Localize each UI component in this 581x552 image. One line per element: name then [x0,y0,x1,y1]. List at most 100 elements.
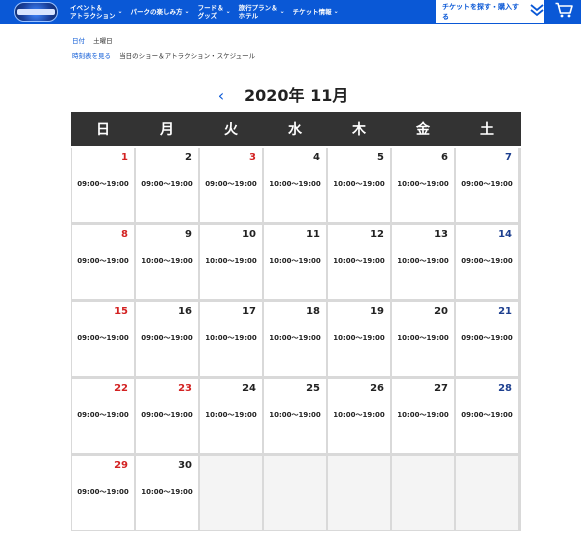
nav-food-goods[interactable]: フード＆ グッズ ⌄ [198,0,231,24]
ticket-search-button[interactable]: チケットを探す・購入する [436,0,544,24]
day-number: 29 [114,460,128,471]
double-chevron-down-icon [530,2,544,21]
calendar-day-cell[interactable]: 1 09:00～19:00 [72,148,134,222]
calendar-day-cell[interactable]: 24 10:00～19:00 [200,379,262,453]
opening-hours: 09:00～19:00 [77,334,129,342]
calendar-day-cell[interactable]: 9 10:00～19:00 [136,225,198,299]
calendar-day-cell[interactable]: 2 09:00～19:00 [136,148,198,222]
empty-day-cell [200,456,262,530]
opening-hours: 10:00～19:00 [333,334,385,342]
chevron-down-icon: ⌄ [225,8,231,15]
weekday-label: 金 [416,122,430,138]
date-label: 日付 [72,37,85,45]
opening-hours: 09:00～19:00 [461,180,513,188]
calendar-day-cell[interactable]: 10 10:00～19:00 [200,225,262,299]
opening-hours: 09:00～19:00 [461,411,513,419]
calendar-day-cell[interactable]: 15 09:00～19:00 [72,302,134,376]
weekday-label: 火 [224,122,238,138]
cart-icon [555,2,573,22]
calendar-day-cell[interactable]: 22 09:00～19:00 [72,379,134,453]
nav-label: パークの楽しみ方 [130,8,183,16]
day-number: 8 [121,229,128,240]
nav-park-guide[interactable]: パークの楽しみ方 ⌄ [131,0,190,24]
previous-month-button[interactable]: ‹ [214,86,228,106]
ticket-search-label: チケットを探す・購入する [442,2,519,21]
calendar-day-cell[interactable]: 21 09:00～19:00 [456,302,518,376]
weekday-label: 土 [480,122,494,138]
opening-hours: 10:00～19:00 [397,411,449,419]
chevron-down-icon: ⌄ [184,8,190,15]
nav-label: フード＆ グッズ [197,4,224,20]
calendar-day-cell[interactable]: 18 10:00～19:00 [264,302,326,376]
empty-day-cell [328,456,390,530]
empty-day-cell [264,456,326,530]
day-number: 12 [370,229,384,240]
calendar-day-cell[interactable]: 4 10:00～19:00 [264,148,326,222]
day-number: 7 [505,152,512,163]
calendar-day-cell[interactable]: 6 10:00～19:00 [392,148,454,222]
cart-button[interactable] [546,0,581,24]
day-number: 14 [498,229,512,240]
calendar-day-cell[interactable]: 28 09:00～19:00 [456,379,518,453]
park-logo[interactable] [14,2,58,22]
weekday-label: 月 [160,122,174,138]
day-number: 3 [249,152,256,163]
schedule-description: 当日のショー＆アトラクション・スケジュール [119,52,256,60]
nav-label: チケット情報 [292,8,332,16]
opening-hours: 10:00～19:00 [269,334,321,342]
calendar-day-cell[interactable]: 19 10:00～19:00 [328,302,390,376]
calendar-day-cell[interactable]: 29 09:00～19:00 [72,456,134,530]
day-number: 17 [242,306,256,317]
schedule-row: 時刻表を見る 当日のショー＆アトラクション・スケジュール [72,50,255,60]
chevron-down-icon: ⌄ [117,8,123,15]
day-number: 6 [441,152,448,163]
nav-label: 旅行プラン＆ ホテル [238,4,278,20]
day-number: 24 [242,383,256,394]
opening-hours: 09:00～19:00 [77,411,129,419]
calendar-day-cell[interactable]: 11 10:00～19:00 [264,225,326,299]
schedule-link[interactable]: 時刻表を見る [72,52,111,60]
nav-label: イベント＆ アトラクション [70,4,116,20]
empty-day-cell [456,456,518,530]
calendar-day-cell[interactable]: 14 09:00～19:00 [456,225,518,299]
opening-hours: 09:00～19:00 [205,180,257,188]
opening-hours: 09:00～19:00 [141,334,193,342]
logo-globe-band [17,9,55,15]
day-number: 4 [313,152,320,163]
calendar-day-cell[interactable]: 17 10:00～19:00 [200,302,262,376]
day-number: 23 [178,383,192,394]
opening-hours: 10:00～19:00 [205,257,257,265]
calendar-day-cell[interactable]: 5 10:00～19:00 [328,148,390,222]
calendar-day-cell[interactable]: 30 10:00～19:00 [136,456,198,530]
day-number: 11 [306,229,320,240]
main-nav: イベント＆ アトラクション ⌄ パークの楽しみ方 ⌄ フード＆ グッズ ⌄ 旅行… [70,0,347,24]
calendar-grid: 1 09:00～19:00 2 09:00～19:00 3 09:00～19:00 4 10:… [71,148,521,531]
nav-travel-hotel[interactable]: 旅行プラン＆ ホテル ⌄ [239,0,285,24]
day-number: 25 [306,383,320,394]
calendar-day-cell[interactable]: 13 10:00～19:00 [392,225,454,299]
calendar-day-cell[interactable]: 23 09:00～19:00 [136,379,198,453]
day-number: 13 [434,229,448,240]
nav-events-attractions[interactable]: イベント＆ アトラクション ⌄ [70,0,123,24]
calendar-day-cell[interactable]: 7 09:00～19:00 [456,148,518,222]
opening-hours: 10:00～19:00 [333,257,385,265]
calendar-day-cell[interactable]: 3 09:00～19:00 [200,148,262,222]
opening-hours: 10:00～19:00 [141,488,193,496]
day-number: 2 [185,152,192,163]
day-number: 22 [114,383,128,394]
calendar-day-cell[interactable]: 25 10:00～19:00 [264,379,326,453]
calendar-day-cell[interactable]: 26 10:00～19:00 [328,379,390,453]
calendar-day-cell[interactable]: 27 10:00～19:00 [392,379,454,453]
calendar-day-cell[interactable]: 16 09:00～19:00 [136,302,198,376]
opening-hours: 10:00～19:00 [269,257,321,265]
calendar-day-cell[interactable]: 20 10:00～19:00 [392,302,454,376]
opening-hours: 10:00～19:00 [269,411,321,419]
nav-ticket-info[interactable]: チケット情報 ⌄ [293,0,339,24]
calendar-day-cell[interactable]: 12 10:00～19:00 [328,225,390,299]
day-number: 10 [242,229,256,240]
opening-hours: 09:00～19:00 [461,334,513,342]
calendar-day-cell[interactable]: 8 09:00～19:00 [72,225,134,299]
chevron-down-icon: ⌄ [279,8,285,15]
day-number: 16 [178,306,192,317]
opening-hours: 10:00～19:00 [141,257,193,265]
